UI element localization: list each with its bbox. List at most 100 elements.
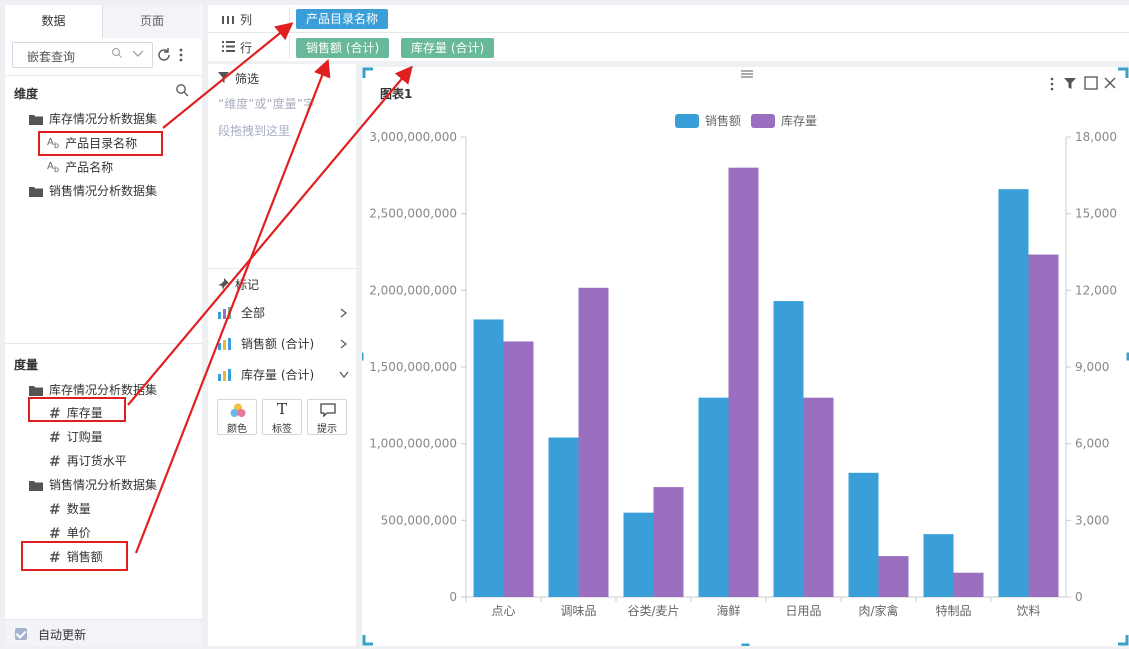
tab-page[interactable]: 页面: [103, 5, 201, 38]
rows-icon: [222, 41, 235, 52]
tab-data[interactable]: 数据: [5, 5, 103, 38]
bar-销售额: [848, 472, 879, 597]
tree-label: 订购量: [66, 430, 103, 444]
marks-item-label: 库存量 (合计): [241, 368, 315, 382]
folder-icon: [29, 115, 43, 125]
tree-field-quantity[interactable]: # 数量: [49, 498, 91, 520]
x-axis-tick-label: 日用品: [785, 604, 821, 618]
divider: [5, 75, 202, 76]
selection-corner: [1118, 635, 1129, 646]
bar-销售额: [773, 301, 804, 597]
chart-legend[interactable]: 销售额 库存量: [675, 113, 817, 128]
bar-chart-icon: [218, 338, 231, 350]
columns-shelf[interactable]: 列 产品目录名称: [208, 5, 1129, 33]
chart-category-labels: 点心 调味品 谷类/麦片 海鲜 日用品 肉/家禽 特制品 饮料: [491, 603, 1040, 618]
columns-icon: [222, 16, 234, 24]
more-icon: [1050, 77, 1054, 81]
tree-field-order-qty[interactable]: # 订购量: [49, 426, 103, 448]
marks-item-all[interactable]: 全部: [216, 301, 352, 325]
number-field-icon: #: [49, 429, 61, 446]
selection-corner: [362, 635, 373, 646]
marks-item-sales-amount[interactable]: 销售额 (合计): [216, 332, 352, 356]
bar-销售额: [923, 534, 954, 597]
divider: [289, 35, 290, 59]
left-axis-tick-label: 1,500,000,000: [369, 360, 457, 374]
left-axis-tick-label: 1,000,000,000: [369, 437, 457, 451]
x-axis-tick-label: 点心: [491, 604, 515, 618]
filter-icon: [1064, 78, 1076, 89]
annotation-box: [28, 397, 126, 422]
tree-folder-inventory[interactable]: 库存情况分析数据集: [29, 108, 157, 130]
rows-shelf[interactable]: 行 销售额 (合计) 库存量 (合计): [208, 33, 1129, 61]
chevron-down-icon[interactable]: [131, 47, 145, 61]
tree-folder-sales[interactable]: 销售情况分析数据集: [29, 180, 157, 202]
right-axis-tick-label: 9,000: [1075, 360, 1109, 374]
folder-icon: [29, 386, 43, 396]
tree-field-reorder-level[interactable]: # 再订货水平: [49, 450, 127, 472]
bar-库存量: [578, 287, 609, 597]
x-axis-tick-label: 谷类/麦片: [627, 604, 679, 618]
auto-update-checkbox[interactable]: [15, 628, 27, 640]
measures-title: 度量: [14, 358, 39, 372]
marks-item-label: 销售额 (合计): [241, 337, 315, 351]
text-field-icon: Ab: [47, 161, 60, 174]
marks-item-label: 全部: [241, 306, 266, 320]
bar-销售额: [623, 512, 654, 597]
folder-icon: [29, 187, 43, 197]
chart-title: 图表1: [380, 87, 413, 101]
nested-query-select[interactable]: 嵌套查询: [12, 42, 153, 68]
divider: [5, 343, 202, 344]
columns-label: 列: [240, 13, 253, 27]
maximize-icon: [1084, 76, 1098, 90]
search-icon[interactable]: [111, 47, 123, 61]
right-axis-tick-label: 0: [1075, 590, 1083, 604]
chevron-down-icon: [339, 371, 349, 378]
chart-container[interactable]: 0 500,000,000 1,000,000,000 1,500,000,000 2,…: [360, 67, 1129, 647]
search-placeholder: 嵌套查询: [27, 50, 76, 64]
x-axis-tick-label: 肉/家禽: [858, 603, 898, 618]
bar-库存量: [728, 167, 759, 597]
filter-icon: [218, 72, 229, 83]
marks-item-stock[interactable]: 库存量 (合计): [216, 363, 352, 387]
bar-库存量: [953, 572, 984, 597]
filter-hint: 段拖拽到这里: [218, 124, 291, 138]
tree-label: 再订货水平: [66, 454, 127, 468]
number-field-icon: #: [49, 501, 61, 518]
dimensions-title: 维度: [14, 87, 39, 101]
left-axis-tick-label: 500,000,000: [381, 513, 457, 527]
more-icon[interactable]: [177, 47, 185, 63]
selection-corner: [362, 67, 373, 78]
bar-chart-icon: [218, 307, 231, 319]
bar-chart[interactable]: 0 500,000,000 1,000,000,000 1,500,000,000 2,…: [360, 67, 1129, 647]
tree-folder-sales[interactable]: 销售情况分析数据集: [29, 474, 157, 496]
right-axis-tick-label: 18,000: [1075, 130, 1117, 144]
mark-label-button[interactable]: T 标签: [262, 399, 302, 435]
left-axis-tick-label: 2,500,000,000: [369, 207, 457, 221]
search-icon[interactable]: [175, 83, 189, 97]
annotation-box: [38, 131, 163, 156]
bar-库存量: [653, 487, 684, 597]
mark-tooltip-button[interactable]: 提示: [307, 399, 347, 435]
right-axis-tick-label: 15,000: [1075, 207, 1117, 221]
mark-button-label: 标签: [272, 424, 292, 435]
x-axis-tick-label: 饮料: [1016, 604, 1040, 618]
tree-label: 库存情况分析数据集: [49, 112, 158, 126]
right-axis-tick-label: 6,000: [1075, 437, 1109, 451]
number-field-icon: #: [49, 453, 61, 470]
more-icon: [1050, 87, 1054, 91]
row-pill-stock[interactable]: 库存量 (合计): [401, 38, 495, 58]
column-pill-product-catalog[interactable]: 产品目录名称: [296, 9, 389, 29]
speech-bubble-icon: [320, 403, 336, 417]
refresh-icon[interactable]: [156, 47, 172, 63]
divider: [289, 7, 290, 31]
mark-button-label: 颜色: [227, 424, 247, 435]
pin-icon: [218, 278, 229, 290]
auto-update-label: 自动更新: [38, 628, 87, 642]
divider: [208, 268, 356, 269]
mark-color-button[interactable]: 颜色: [217, 399, 257, 435]
bar-销售额: [473, 319, 504, 597]
tree-label: 销售情况分析数据集: [49, 184, 158, 198]
tree-field-product-name[interactable]: Ab 产品名称: [47, 156, 113, 178]
rows-label: 行: [240, 41, 253, 55]
row-pill-sales-amount[interactable]: 销售额 (合计): [296, 38, 390, 58]
